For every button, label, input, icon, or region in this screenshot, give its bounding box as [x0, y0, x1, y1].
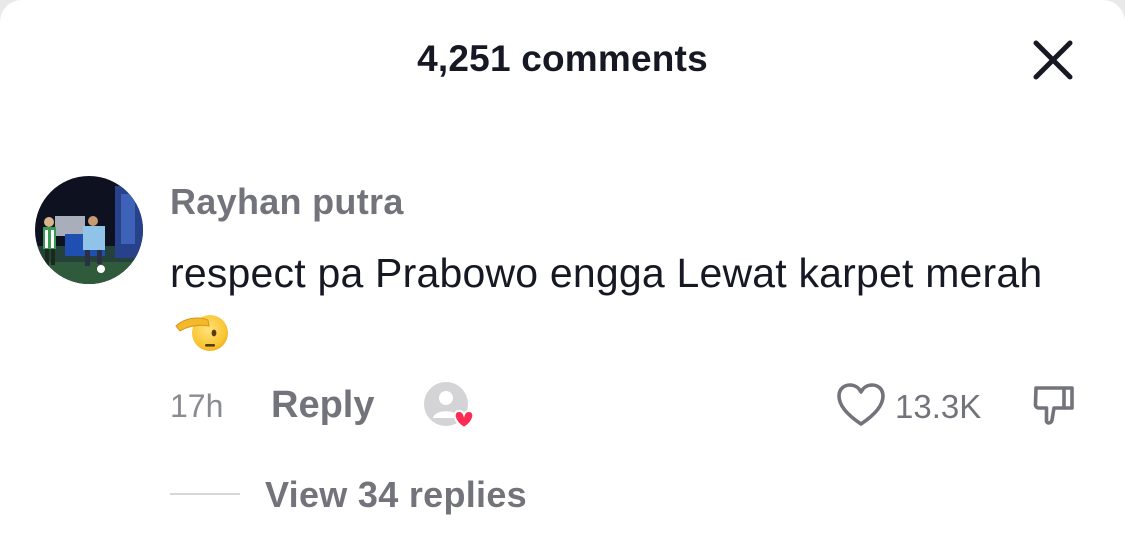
avatar[interactable] — [35, 176, 143, 284]
dislike-button[interactable] — [1028, 380, 1078, 430]
saluting-face-icon — [174, 308, 230, 367]
comment-text: respect pa Prabowo engga Lewat karpet me… — [170, 250, 1043, 296]
comment-username[interactable]: Rayhan putra — [170, 181, 404, 223]
like-count: 13.3K — [895, 388, 982, 425]
thumbs-down-icon — [1033, 386, 1074, 425]
reply-button[interactable]: Reply — [271, 384, 374, 427]
like-button[interactable] — [835, 381, 887, 429]
close-button[interactable] — [1027, 34, 1079, 86]
comment-timestamp: 17h — [170, 388, 224, 424]
replies-divider — [170, 493, 240, 495]
view-replies-button[interactable]: View 34 replies — [265, 474, 527, 516]
comment-body: respect pa Prabowo engga Lewat karpet me… — [170, 245, 1070, 367]
comments-sheet: 4,251 comments Rayhan putra respect pa P… — [0, 0, 1125, 548]
heart-outline-icon — [837, 383, 885, 426]
creator-liked-badge — [422, 380, 480, 432]
creator-liked-icon — [424, 382, 475, 430]
close-icon — [1033, 40, 1073, 80]
comments-count-title: 4,251 comments — [417, 38, 708, 79]
